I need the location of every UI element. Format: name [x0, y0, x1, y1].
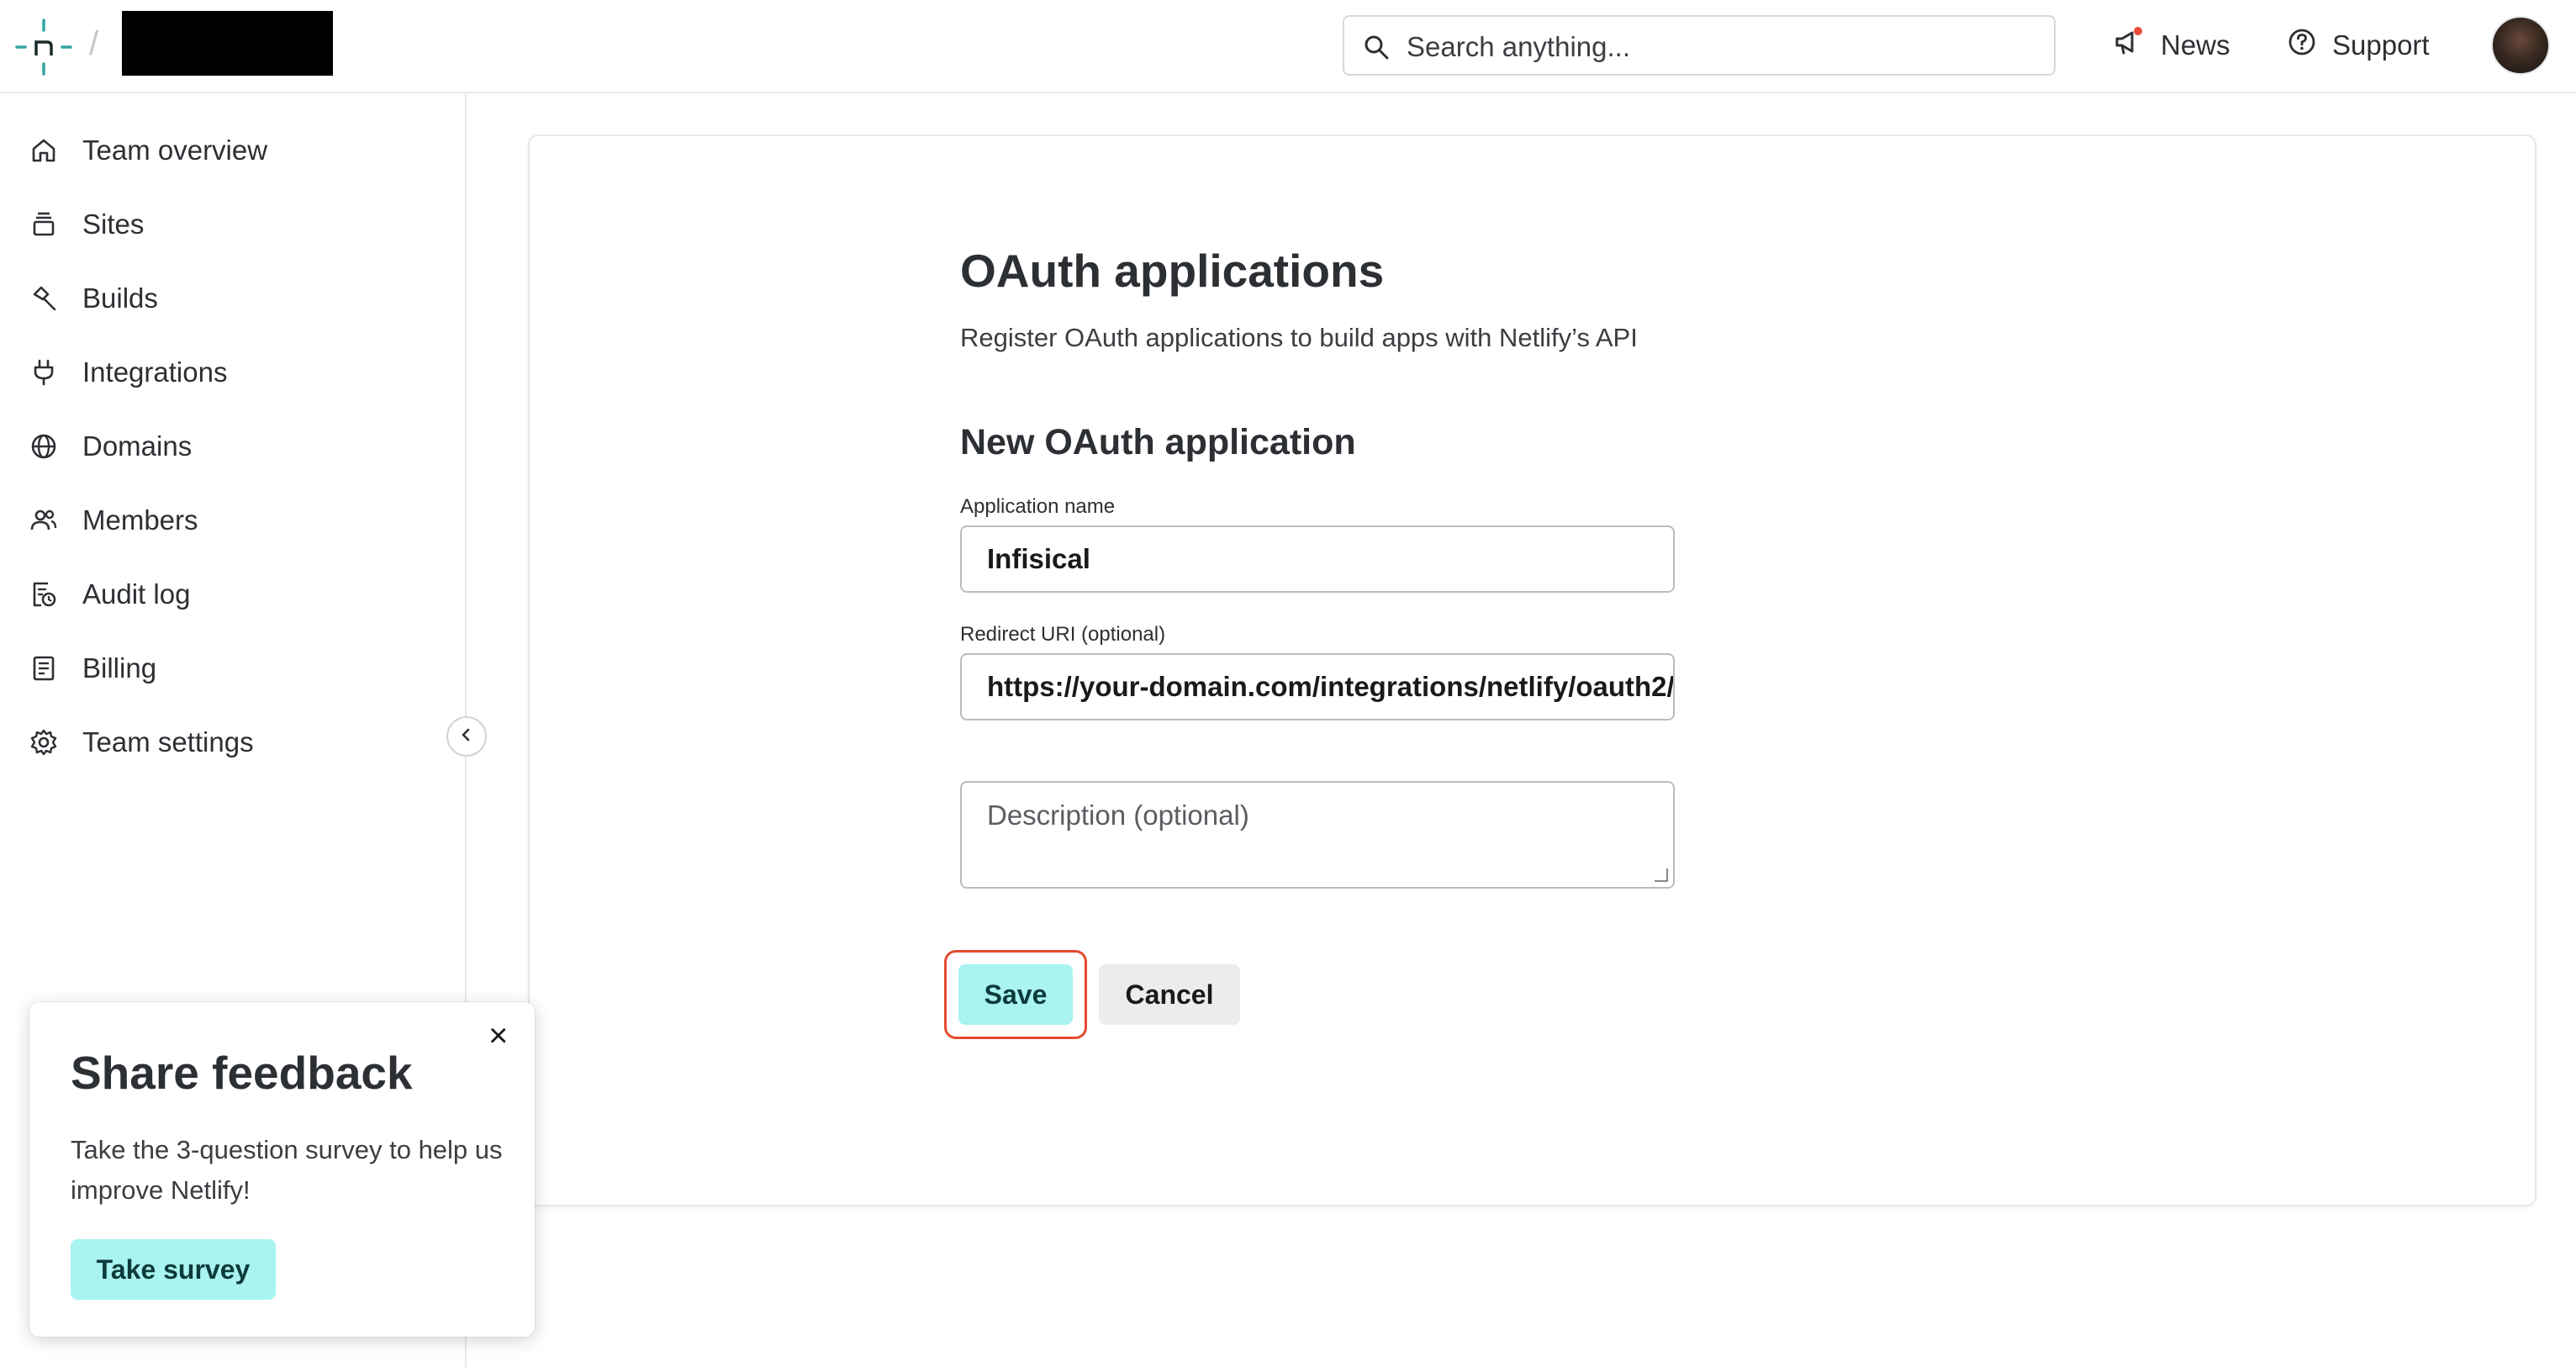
- search-icon: [1363, 34, 1390, 65]
- app-name-group: Application name Infisical: [960, 495, 1675, 593]
- hammer-icon: [27, 282, 61, 315]
- app-name-field[interactable]: Infisical: [960, 525, 1675, 593]
- globe-icon: [27, 430, 61, 463]
- feedback-popup: × Share feedback Take the 3-question sur…: [29, 1002, 535, 1337]
- members-icon: [27, 504, 61, 537]
- megaphone-icon: [2112, 25, 2146, 66]
- description-group: Description (optional): [960, 781, 1675, 889]
- gear-icon: [27, 726, 61, 759]
- oauth-form-section: OAuth applications Register OAuth applic…: [960, 244, 1675, 889]
- cancel-button[interactable]: Cancel: [1099, 964, 1240, 1025]
- netlify-logo-icon[interactable]: [15, 18, 72, 76]
- breadcrumb-separator: /: [89, 25, 99, 62]
- stack-icon: [27, 208, 61, 241]
- sidebar-item-label: Members: [82, 504, 198, 536]
- audit-log-icon: [27, 578, 61, 611]
- sidebar-item-builds[interactable]: Builds: [0, 261, 465, 335]
- sidebar-item-billing[interactable]: Billing: [0, 631, 465, 705]
- sidebar-item-integrations[interactable]: Integrations: [0, 335, 465, 409]
- redirect-uri-label: Redirect URI (optional): [960, 623, 1166, 646]
- page-title: OAuth applications: [960, 245, 1385, 297]
- close-icon[interactable]: ×: [488, 1019, 508, 1053]
- billing-icon: [27, 652, 61, 685]
- news-label: News: [2161, 29, 2230, 61]
- search-input[interactable]: Search anything...: [1407, 31, 1630, 63]
- save-highlight: Save: [944, 950, 1087, 1039]
- search-box[interactable]: Search anything...: [1343, 15, 2056, 76]
- sidebar-item-label: Team overview: [82, 135, 268, 166]
- news-link[interactable]: News: [2112, 17, 2230, 74]
- sidebar-item-label: Builds: [82, 282, 158, 314]
- sidebar-item-sites[interactable]: Sites: [0, 187, 465, 261]
- description-field[interactable]: Description (optional): [960, 781, 1675, 889]
- sidebar-item-label: Integrations: [82, 356, 228, 388]
- chevron-left-icon: [458, 726, 475, 747]
- form-title: New OAuth application: [960, 422, 1356, 462]
- support-link[interactable]: Support: [2287, 17, 2430, 74]
- sidebar-item-audit-log[interactable]: Audit log: [0, 557, 465, 631]
- support-label: Support: [2332, 29, 2430, 61]
- sidebar-item-label: Domains: [82, 430, 193, 462]
- feedback-body: Take the 3-question survey to help us im…: [71, 1135, 503, 1205]
- sidebar-item-members[interactable]: Members: [0, 483, 465, 557]
- sidebar-item-domains[interactable]: Domains: [0, 409, 465, 483]
- page-subtitle: Register OAuth applications to build app…: [960, 323, 1638, 352]
- redirect-uri-group: Redirect URI (optional) https://your-dom…: [960, 623, 1675, 720]
- home-icon: [27, 134, 61, 167]
- app-name-label: Application name: [960, 495, 1116, 518]
- form-actions: Save Cancel: [944, 950, 1240, 1039]
- save-button[interactable]: Save: [958, 964, 1073, 1025]
- sidebar-item-label: Audit log: [82, 578, 191, 610]
- feedback-title: Share feedback: [71, 1047, 413, 1099]
- sidebar-item-team-settings[interactable]: Team settings: [0, 705, 465, 779]
- sidebar-item-team-overview[interactable]: Team overview: [0, 113, 465, 187]
- top-bar: / Search anything... News Support: [0, 0, 2576, 93]
- plug-icon: [27, 356, 61, 389]
- collapse-sidebar-button[interactable]: [446, 716, 487, 757]
- help-circle-icon: [2287, 27, 2317, 64]
- sidebar-item-label: Sites: [82, 208, 145, 240]
- user-avatar[interactable]: [2491, 16, 2550, 75]
- resize-handle-icon[interactable]: [1655, 868, 1668, 882]
- take-survey-button[interactable]: Take survey: [71, 1239, 276, 1300]
- sidebar-item-label: Billing: [82, 652, 157, 684]
- team-name-redacted[interactable]: [122, 11, 333, 76]
- redirect-uri-field[interactable]: https://your-domain.com/integrations/net…: [960, 653, 1675, 720]
- sidebar-item-label: Team settings: [82, 726, 254, 757]
- description-placeholder: Description (optional): [987, 800, 1249, 831]
